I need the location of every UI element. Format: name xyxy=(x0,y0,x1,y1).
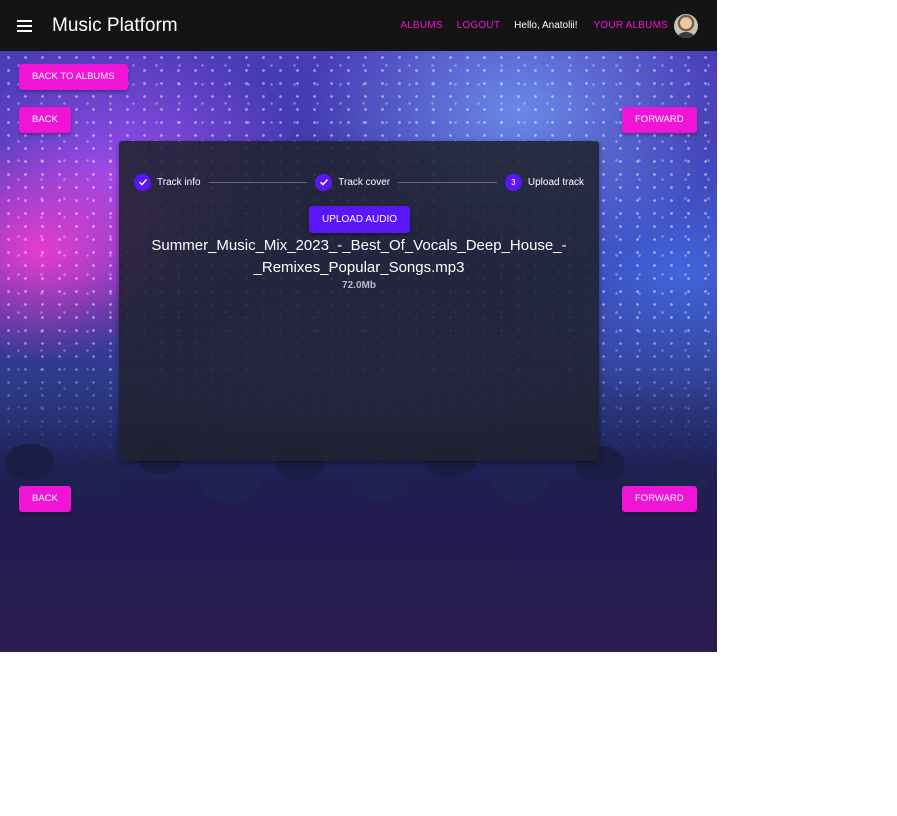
user-greeting: Hello, Anatolii! xyxy=(514,20,578,31)
albums-link[interactable]: ALBUMS xyxy=(400,20,442,31)
step-label: Track cover xyxy=(338,176,391,188)
step-label: Track info xyxy=(157,176,201,188)
upload-track-card: Track info Track cover 3 Upload track UP… xyxy=(119,141,599,461)
your-albums-link[interactable]: YOUR ALBUMS xyxy=(594,20,668,31)
hamburger-menu-icon[interactable] xyxy=(17,19,32,32)
app-root: Music Platform ALBUMS LOGOUT Hello, Anat… xyxy=(0,0,717,652)
check-icon xyxy=(134,173,151,191)
upload-audio-button[interactable]: UPLOAD AUDIO xyxy=(309,206,411,233)
uploaded-file-size: 72.0Mb xyxy=(342,280,376,291)
step-number: 3 xyxy=(504,173,522,191)
app-title: Music Platform xyxy=(52,14,178,36)
check-icon xyxy=(315,173,333,191)
back-button-bottom[interactable]: BACK xyxy=(19,486,71,512)
step-connector xyxy=(398,181,497,183)
stepper: Track info Track cover 3 Upload track xyxy=(134,173,584,191)
top-nav: ALBUMS LOGOUT Hello, Anatolii! YOUR ALBU… xyxy=(386,13,698,38)
user-avatar[interactable] xyxy=(674,13,698,38)
back-to-albums-button[interactable]: BACK TO ALBUMS xyxy=(19,64,128,90)
top-app-bar: Music Platform ALBUMS LOGOUT Hello, Anat… xyxy=(0,0,717,51)
logout-link[interactable]: LOGOUT xyxy=(457,20,500,31)
step-track-info: Track info xyxy=(134,173,201,191)
step-upload-track: 3 Upload track xyxy=(504,173,585,191)
back-button-top[interactable]: BACK xyxy=(19,107,71,133)
forward-button-top[interactable]: FORWARD xyxy=(622,107,697,133)
step-track-cover: Track cover xyxy=(315,173,391,191)
step-label: Upload track xyxy=(527,176,585,188)
uploaded-file-name: Summer_Music_Mix_2023_-_Best_Of_Vocals_D… xyxy=(151,237,567,276)
step-connector xyxy=(208,181,308,183)
forward-button-bottom[interactable]: FORWARD xyxy=(622,486,697,512)
